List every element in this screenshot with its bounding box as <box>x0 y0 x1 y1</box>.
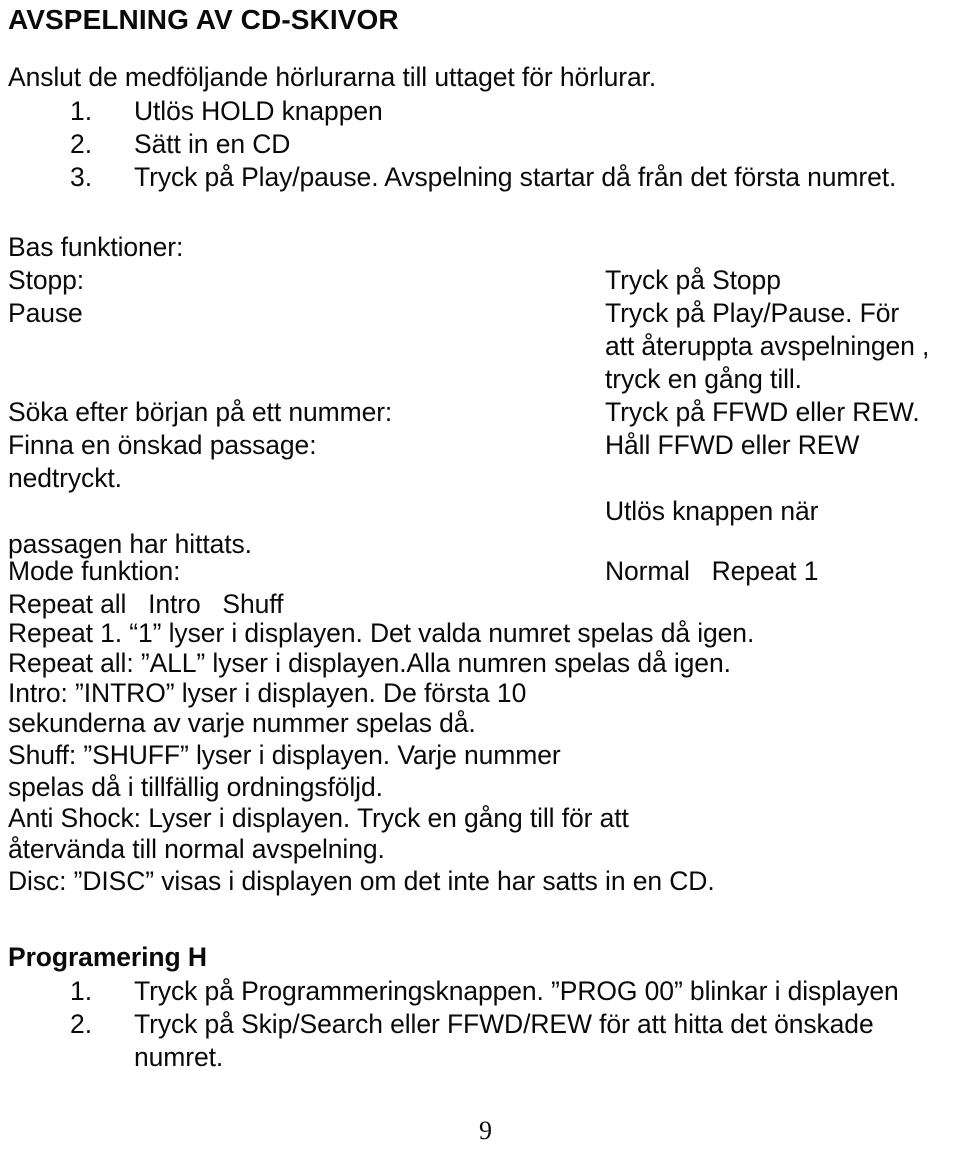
document-page: AVSPELNING AV CD-SKIVOR Anslut de medföl… <box>0 0 960 1157</box>
list-item-marker: 2. <box>70 1009 93 1039</box>
base-function-label-seek: Söka efter början på ett nummer: <box>8 397 393 427</box>
base-function-value-pause-cont2: tryck en gång till. <box>605 364 802 394</box>
page-number: 9 <box>479 1116 492 1145</box>
list-item-marker: 2. <box>70 129 93 159</box>
base-function-value-mode: Normal Repeat 1 <box>605 556 819 586</box>
base-function-label-passage-found: passagen har hittats. <box>8 529 252 559</box>
list-item-marker: 1. <box>70 96 93 126</box>
intro-lead-text: Anslut de medföljande hörlurarna till ut… <box>8 62 657 92</box>
mode-description-line: sekunderna av varje nummer spelas då. <box>8 708 476 738</box>
base-function-label-passage-cont: nedtryckt. <box>8 463 122 493</box>
base-function-label-mode: Mode funktion: <box>8 556 181 586</box>
base-functions-heading: Bas funktioner: <box>8 232 184 262</box>
base-function-value-pause: Tryck på Play/Pause. För <box>605 298 900 328</box>
base-function-value-seek: Tryck på FFWD eller REW. <box>605 397 920 427</box>
base-function-label-passage: Finna en önskad passage: <box>8 430 317 460</box>
list-item: Utlös HOLD knappen <box>134 96 383 126</box>
mode-description-line: Repeat all: ”ALL” lyser i displayen.Alla… <box>8 648 731 678</box>
list-item-marker: 1. <box>70 976 93 1006</box>
list-item: Tryck på Programmeringsknappen. ”PROG 00… <box>134 976 899 1006</box>
base-function-value-release: Utlös knappen när <box>605 496 819 526</box>
mode-description-line: återvända till normal avspelning. <box>8 834 385 864</box>
base-function-value-pause-cont1: att återuppta avspelningen , <box>605 331 930 361</box>
base-function-label-stopp: Stopp: <box>8 265 85 295</box>
list-item-continuation: numret. <box>134 1042 224 1072</box>
mode-description-line: Repeat 1. “1” lyser i displayen. Det val… <box>8 618 755 648</box>
mode-description-line: Intro: ”INTRO” lyser i displayen. De för… <box>8 678 527 708</box>
list-item-marker: 3. <box>70 162 93 192</box>
mode-description-line: Disc: ”DISC” visas i displayen om det in… <box>8 866 715 896</box>
page-title: AVSPELNING AV CD-SKIVOR <box>8 4 399 35</box>
mode-description-line: Shuff: ”SHUFF” lyser i displayen. Varje … <box>8 740 561 770</box>
base-function-label-pause: Pause <box>8 298 83 328</box>
base-function-value-passage: Håll FFWD eller REW <box>605 430 860 460</box>
programming-heading: Programering H <box>8 942 207 972</box>
list-item: Tryck på Play/pause. Avspelning startar … <box>134 162 897 192</box>
list-item: Sätt in en CD <box>134 129 291 159</box>
mode-options-continuation: Repeat all Intro Shuff <box>8 589 284 619</box>
list-item: Tryck på Skip/Search eller FFWD/REW för … <box>134 1009 874 1039</box>
mode-description-line: spelas då i tillfällig ordningsföljd. <box>8 772 383 802</box>
base-function-value-stopp: Tryck på Stopp <box>605 265 781 295</box>
mode-description-line: Anti Shock: Lyser i displayen. Tryck en … <box>8 803 629 833</box>
